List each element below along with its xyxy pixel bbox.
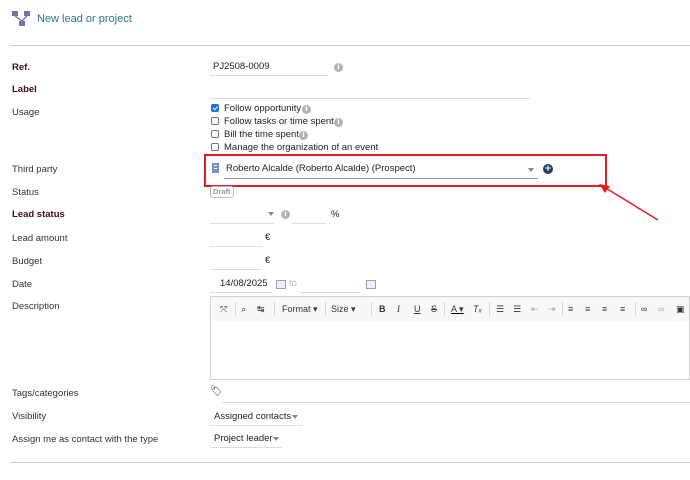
toolbar-separator <box>235 302 236 316</box>
third-party-label: Third party <box>12 164 58 175</box>
label-input[interactable] <box>210 98 530 99</box>
lead-status-label: Lead status <box>12 209 65 220</box>
toolbar-separator <box>635 302 636 316</box>
label-label: Label <box>12 84 37 95</box>
strikethrough-icon[interactable]: S <box>431 303 437 315</box>
manage-event-checkbox[interactable] <box>211 143 219 151</box>
toolbar-separator <box>371 302 372 316</box>
calendar-icon[interactable] <box>366 280 376 289</box>
project-icon <box>11 10 33 28</box>
toolbar-separator <box>562 302 563 316</box>
find-icon[interactable]: ⌕ <box>241 303 246 315</box>
size-dropdown[interactable]: Size ▾ <box>331 303 356 315</box>
underline-icon[interactable]: U <box>414 303 421 315</box>
editor-toolbar: ⤧ ⌕ ↹ Format ▾ Size ▾ B I U S A ▾ Tₓ ☰ ☰… <box>210 296 690 322</box>
percent-symbol: % <box>331 209 340 220</box>
visibility-underline <box>210 425 302 426</box>
date-start-input[interactable]: 14/08/2025 <box>220 278 268 289</box>
header-divider <box>10 45 690 46</box>
bold-icon[interactable]: B <box>379 303 386 315</box>
follow-opportunity-checkbox[interactable] <box>211 104 219 112</box>
info-icon: i <box>281 210 290 219</box>
remove-format-icon[interactable]: Tₓ <box>473 303 482 315</box>
indent-icon[interactable]: ⇥ <box>548 303 556 315</box>
text-color-icon[interactable]: A ▾ <box>451 303 464 315</box>
format-dropdown[interactable]: Format ▾ <box>282 303 318 315</box>
bill-time-checkbox[interactable] <box>211 130 219 138</box>
info-icon: i <box>334 118 343 127</box>
date-end-input[interactable] <box>300 292 360 293</box>
manage-event-label: Manage the organization of an event <box>224 142 379 153</box>
annotation-highlight-box <box>204 154 607 187</box>
bulleted-list-icon[interactable]: ☰ <box>513 303 521 315</box>
follow-opportunity-label: Follow opportunity <box>224 103 302 114</box>
calendar-icon[interactable] <box>276 280 286 289</box>
maximize-icon[interactable]: ⤧ <box>220 303 227 315</box>
lead-amount-input[interactable] <box>210 246 262 247</box>
date-start-underline <box>210 292 272 293</box>
replace-icon[interactable]: ↹ <box>257 303 265 315</box>
format-label: Format <box>282 304 311 314</box>
description-editor[interactable] <box>210 321 690 380</box>
ref-underline <box>210 75 328 76</box>
toolbar-separator <box>274 302 275 316</box>
assign-me-label: Assign me as contact with the type <box>12 434 159 445</box>
visibility-label: Visibility <box>12 411 47 422</box>
bill-time-label: Bill the time spent <box>224 129 299 140</box>
toolbar-separator <box>489 302 490 316</box>
tags-label: Tags/categories <box>12 388 79 399</box>
visibility-select[interactable]: Assigned contacts <box>214 411 291 422</box>
annotation-arrow <box>599 184 659 221</box>
link-icon[interactable]: ∞ <box>641 303 647 315</box>
lead-probability-input[interactable] <box>292 223 326 224</box>
follow-tasks-checkbox[interactable] <box>211 117 219 125</box>
assign-type-select[interactable]: Project leader <box>214 433 273 444</box>
lead-amount-label: Lead amount <box>12 233 68 244</box>
align-center-icon[interactable]: ≡ <box>585 303 590 315</box>
follow-tasks-label: Follow tasks or time spent <box>224 116 334 127</box>
lead-status-select[interactable] <box>210 223 274 224</box>
chevron-down-icon[interactable] <box>273 437 279 441</box>
numbered-list-icon[interactable]: ☰ <box>496 303 504 315</box>
date-to-label: to <box>289 278 297 289</box>
tag-icon: 🏷 <box>210 386 223 397</box>
lead-amount-currency: € <box>265 232 271 243</box>
info-icon: i <box>334 63 343 72</box>
align-left-icon[interactable]: ≡ <box>568 303 573 315</box>
budget-label: Budget <box>12 256 43 267</box>
budget-currency: € <box>265 255 271 266</box>
footer-divider <box>10 462 690 463</box>
align-right-icon[interactable]: ≡ <box>602 303 607 315</box>
usage-label: Usage <box>12 107 40 118</box>
info-icon: i <box>299 131 308 140</box>
tags-input[interactable] <box>222 402 690 403</box>
page-title: New lead or project <box>37 13 132 25</box>
toolbar-separator <box>325 302 326 316</box>
budget-input[interactable] <box>210 269 262 270</box>
status-badge: Draft <box>210 186 234 198</box>
italic-icon[interactable]: I <box>397 303 400 315</box>
unlink-icon[interactable]: ∞ <box>658 303 664 315</box>
info-icon: i <box>302 105 311 114</box>
description-label: Description <box>12 301 60 312</box>
status-label: Status <box>12 187 39 198</box>
toolbar-separator <box>444 302 445 316</box>
size-label: Size <box>331 304 349 314</box>
assign-type-underline <box>210 447 282 448</box>
chevron-down-icon[interactable] <box>292 415 298 419</box>
ref-value[interactable]: PJ2508-0009 <box>213 61 270 72</box>
image-icon[interactable]: ▣ <box>676 303 685 315</box>
chevron-down-icon[interactable] <box>268 212 274 216</box>
date-label: Date <box>12 279 33 290</box>
justify-icon[interactable]: ≡ <box>620 303 625 315</box>
outdent-icon[interactable]: ⇤ <box>531 303 539 315</box>
ref-label: Ref. <box>12 62 30 73</box>
